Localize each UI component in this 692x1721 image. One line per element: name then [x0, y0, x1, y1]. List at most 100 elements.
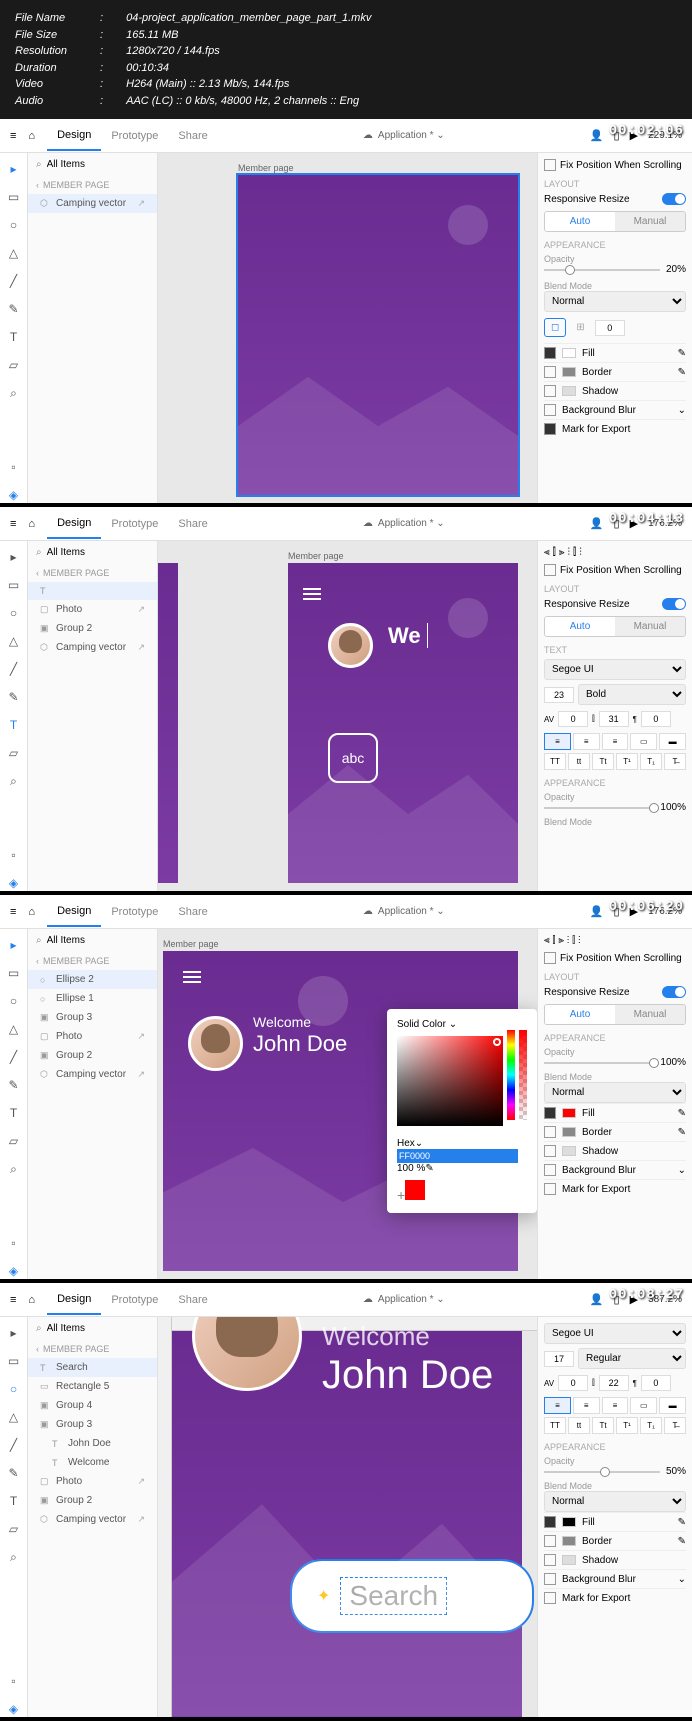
border-swatch[interactable] — [562, 1536, 576, 1546]
select-tool[interactable]: ▸ — [6, 549, 22, 565]
eyedropper-icon[interactable]: ✎ — [678, 1517, 686, 1528]
corner-radius-input[interactable] — [595, 320, 625, 336]
alpha-slider[interactable] — [519, 1030, 527, 1120]
line-tool[interactable]: ╱ — [6, 1437, 22, 1453]
layer-item[interactable]: ▣Group 2 — [28, 1491, 157, 1510]
layer-item[interactable]: TJohn Doe — [28, 1434, 157, 1453]
section-header[interactable]: ‹MEMBER PAGE — [28, 564, 157, 582]
eyedropper-icon[interactable]: ✎ — [678, 348, 686, 359]
align-top-icon[interactable]: ⫶ — [567, 547, 570, 558]
menu-icon[interactable]: ≡ — [10, 906, 16, 918]
pen-tool[interactable]: ✎ — [6, 1465, 22, 1481]
border-checkbox[interactable] — [544, 1535, 556, 1547]
align-left-btn[interactable]: ≡ — [544, 1397, 571, 1414]
align-left-icon[interactable]: ⫷ — [544, 547, 550, 558]
avatar-icon[interactable]: 👤 — [590, 129, 604, 142]
select-tool[interactable]: ▸ — [6, 937, 22, 953]
bgblur-checkbox[interactable] — [544, 404, 556, 416]
tab-prototype[interactable]: Prototype — [101, 906, 168, 918]
bgblur-checkbox[interactable] — [544, 1164, 556, 1176]
artboard-tool[interactable]: ▱ — [6, 1521, 22, 1537]
avatar-icon[interactable]: 👤 — [590, 1293, 604, 1306]
responsive-toggle[interactable] — [662, 598, 686, 610]
artboard-label[interactable]: Member page — [238, 163, 294, 173]
align-center-btn[interactable]: ≡ — [573, 733, 600, 750]
font-size-input[interactable] — [544, 1351, 574, 1367]
layer-item[interactable]: TSearch — [28, 1358, 157, 1377]
export-checkbox[interactable] — [544, 1183, 556, 1195]
text-tool[interactable]: T — [6, 329, 22, 345]
pen-tool[interactable]: ✎ — [6, 1077, 22, 1093]
canvas[interactable]: Member page — [158, 153, 537, 503]
shadow-checkbox[interactable] — [544, 385, 556, 397]
zoom-tool[interactable]: ⌕ — [6, 1161, 22, 1177]
ruler-vertical[interactable] — [158, 1317, 172, 1717]
auto-width-btn[interactable]: ▭ — [630, 733, 657, 750]
avatar-icon[interactable]: 👤 — [590, 905, 604, 918]
layer-item-photo[interactable]: ▢Photo↗ — [28, 600, 157, 619]
layer-item[interactable]: ▢Photo↗ — [28, 1472, 157, 1491]
font-weight-select[interactable]: Bold — [578, 684, 686, 705]
layer-item[interactable]: ⬡Camping vector↗ — [28, 1510, 157, 1529]
titlecase-btn[interactable]: Tt — [592, 753, 614, 770]
corner-radius-icon[interactable]: ◻ — [544, 318, 566, 337]
polygon-tool[interactable]: △ — [6, 1409, 22, 1425]
line-spacing-input[interactable] — [599, 711, 629, 727]
layer-item[interactable]: ▣Group 3 — [28, 1415, 157, 1434]
ellipse-tool[interactable]: ○ — [6, 605, 22, 621]
layers-icon[interactable]: ◈ — [6, 875, 22, 891]
color-mode-select[interactable]: Solid Color ⌄ — [397, 1019, 527, 1030]
lowercase-btn[interactable]: tt — [568, 753, 590, 770]
chevron-down-icon[interactable]: ⌄ — [678, 1165, 686, 1176]
rectangle-tool[interactable]: ▭ — [6, 577, 22, 593]
shadow-swatch[interactable] — [562, 386, 576, 396]
assets-icon[interactable]: ▫ — [6, 459, 22, 475]
align-left-btn[interactable]: ≡ — [544, 733, 571, 750]
zoom-tool[interactable]: ⌕ — [6, 385, 22, 401]
layers-icon[interactable]: ◈ — [6, 1701, 22, 1717]
section-header[interactable]: ‹MEMBER PAGE — [28, 1340, 157, 1358]
layers-icon[interactable]: ◈ — [6, 487, 22, 503]
line-spacing-input[interactable] — [599, 1375, 629, 1391]
font-select[interactable]: Segoe UI — [544, 1323, 686, 1344]
para-spacing-input[interactable] — [641, 711, 671, 727]
artboard-tool[interactable]: ▱ — [6, 1133, 22, 1149]
manual-option[interactable]: Manual — [615, 212, 685, 231]
select-tool[interactable]: ▸ — [6, 1325, 22, 1341]
line-tool[interactable]: ╱ — [6, 661, 22, 677]
resize-mode-segment[interactable]: AutoManual — [544, 211, 686, 232]
menu-icon[interactable]: ≡ — [10, 518, 16, 530]
strikethrough-btn[interactable]: T̶ — [664, 753, 686, 770]
fill-checkbox[interactable] — [544, 347, 556, 359]
layer-item[interactable]: ▣Group 3 — [28, 1008, 157, 1027]
blend-select[interactable]: Normal — [544, 291, 686, 312]
assets-icon[interactable]: ▫ — [6, 1673, 22, 1689]
artboard[interactable]: Welcome John Doe ✦ Search — [172, 1331, 522, 1717]
eyedropper-icon[interactable]: ✎ — [678, 1108, 686, 1119]
char-spacing-input[interactable] — [558, 1375, 588, 1391]
tab-prototype[interactable]: Prototype — [101, 518, 168, 530]
chevron-down-icon[interactable]: ⌄ — [678, 1574, 686, 1585]
fill-swatch[interactable] — [562, 348, 576, 358]
export-checkbox[interactable] — [544, 1592, 556, 1604]
fixed-width-btn[interactable]: ▬ — [659, 1397, 686, 1414]
assets-icon[interactable]: ▫ — [6, 1235, 22, 1251]
section-header[interactable]: ‹MEMBER PAGE — [28, 176, 157, 194]
superscript-btn[interactable]: T¹ — [616, 1417, 638, 1434]
section-header[interactable]: ‹MEMBER PAGE — [28, 952, 157, 970]
chevron-down-icon[interactable]: ⌄ — [678, 405, 686, 416]
select-tool[interactable]: ▸ — [6, 161, 22, 177]
artboard[interactable] — [238, 175, 518, 495]
fix-scroll-checkbox[interactable] — [544, 564, 556, 576]
artboard-label[interactable]: Member page — [288, 551, 344, 561]
fixed-width-btn[interactable]: ▬ — [659, 733, 686, 750]
tab-prototype[interactable]: Prototype — [101, 1294, 168, 1306]
font-select[interactable]: Segoe UI — [544, 659, 686, 680]
chevron-down-icon[interactable]: ⌄ — [436, 518, 444, 529]
uppercase-btn[interactable]: TT — [544, 1417, 566, 1434]
ellipse-tool[interactable]: ○ — [6, 1381, 22, 1397]
tab-design[interactable]: Design — [47, 129, 101, 151]
font-size-input[interactable] — [544, 687, 574, 703]
menu-icon[interactable]: ≡ — [10, 1294, 16, 1306]
shadow-swatch[interactable] — [562, 1146, 576, 1156]
